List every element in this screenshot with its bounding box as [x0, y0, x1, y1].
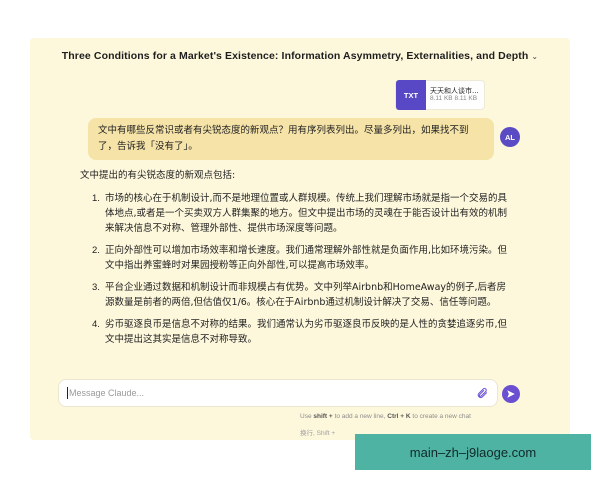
file-type-icon: TXT	[396, 80, 426, 110]
send-button[interactable]	[502, 385, 520, 403]
hint-prefix: Use	[300, 413, 312, 420]
list-item: 3. 平台企业通过数据和机制设计而非规模占有优势。文中列举Airbnb和Home…	[92, 280, 510, 310]
list-item-number: 2.	[92, 245, 100, 256]
paperclip-icon[interactable]	[473, 384, 491, 402]
list-item-text: 市场的核心在于机制设计,而不是地理位置或人群规模。传统上我们理解市场就是指一个交…	[105, 193, 508, 234]
hint-key-ctrl-k: Ctrl + K	[387, 413, 411, 420]
message-input[interactable]	[69, 388, 473, 398]
assistant-intro: 文中提出的有尖锐态度的新观点包括:	[80, 170, 236, 181]
list-item-number: 1.	[92, 193, 100, 204]
list-item-text: 平台企业通过数据和机制设计而非规模占有优势。文中列举Airbnb和HomeAwa…	[105, 282, 507, 308]
list-item-number: 4.	[92, 319, 100, 330]
list-item: 2. 正向外部性可以增加市场效率和增长速度。我们通常理解外部性就是负面作用,比如…	[92, 243, 510, 273]
list-item-text: 正向外部性可以增加市场效率和增长速度。我们通常理解外部性就是负面作用,比如环境污…	[105, 245, 508, 271]
chat-window: Three Conditions for a Market's Existenc…	[30, 38, 570, 440]
keyboard-hint-secondary: 换行, Shift +	[300, 430, 336, 437]
hint-mid: to add a new line,	[334, 413, 386, 420]
watermark-banner: main–zh–j9laoge.com	[355, 434, 591, 470]
list-item: 4. 劣币驱逐良币是信息不对称的结果。我们通常认为劣币驱逐良币反映的是人性的贪婪…	[92, 317, 510, 347]
file-attachment[interactable]: TXT 天天和人谈市... 8.11 KB 8.11 KB	[395, 80, 485, 110]
assistant-list: 1. 市场的核心在于机制设计,而不是地理位置或人群规模。传统上我们理解市场就是指…	[80, 191, 510, 347]
avatar[interactable]: AL	[500, 127, 520, 147]
list-item: 1. 市场的核心在于机制设计,而不是地理位置或人群规模。传统上我们理解市场就是指…	[92, 191, 510, 236]
text-caret	[67, 387, 68, 399]
chevron-down-icon[interactable]: ⌄	[531, 52, 538, 61]
attachment-name: 天天和人谈市...	[430, 86, 479, 95]
user-message: 文中有哪些反常识或者有尖锐态度的新观点？用有序列表列出。尽量多列出，如果找不到了…	[88, 118, 494, 160]
conversation-title[interactable]: Three Conditions for a Market's Existenc…	[30, 50, 570, 62]
hint-suffix: to create a new chat	[412, 413, 471, 420]
list-item-number: 3.	[92, 282, 100, 293]
keyboard-hint: Use shift + to add a new line, Ctrl + K …	[300, 413, 471, 420]
list-item-text: 劣币驱逐良币是信息不对称的结果。我们通常认为劣币驱逐良币反映的是人性的贪婪追逐劣…	[105, 319, 508, 345]
attachment-size: 8.11 KB 8.11 KB	[430, 95, 478, 103]
send-icon	[507, 390, 515, 398]
conversation-title-text: Three Conditions for a Market's Existenc…	[61, 50, 529, 62]
hint-key-shift: shift +	[313, 413, 333, 420]
assistant-message: 文中提出的有尖锐态度的新观点包括: 1. 市场的核心在于机制设计,而不是地理位置…	[80, 168, 510, 354]
message-composer[interactable]	[58, 379, 498, 407]
user-message-text: 文中有哪些反常识或者有尖锐态度的新观点？用有序列表列出。尽量多列出，如果找不到了…	[98, 125, 469, 152]
